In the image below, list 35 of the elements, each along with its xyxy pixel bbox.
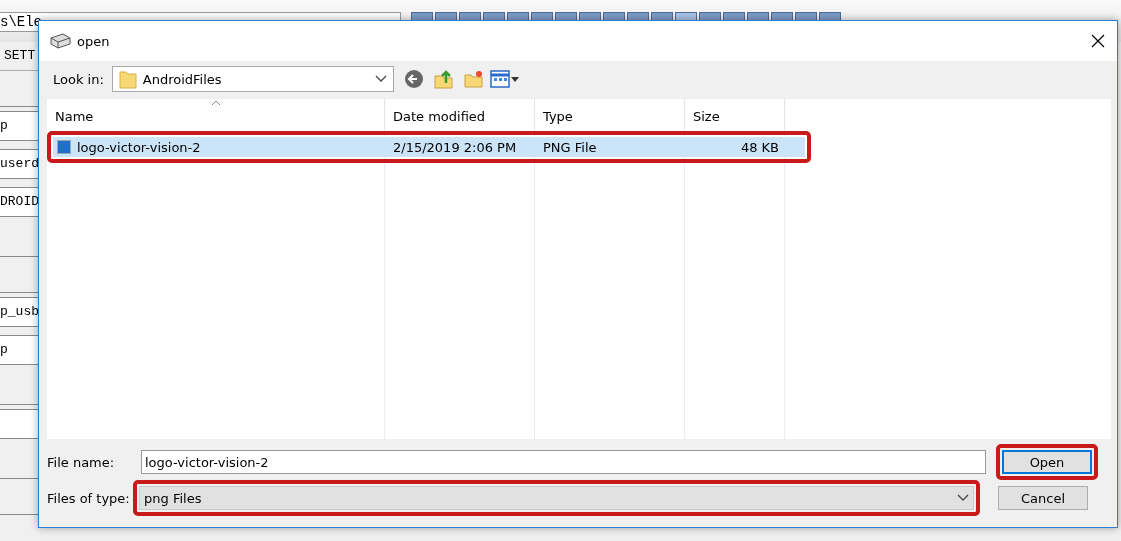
column-header[interactable]: Name	[47, 99, 385, 131]
view-menu-icon[interactable]	[489, 70, 520, 88]
column-header[interactable]: Type	[535, 99, 685, 131]
file-name: logo-victor-vision-2	[77, 139, 201, 155]
folder-icon	[118, 69, 137, 89]
back-icon[interactable]	[403, 69, 424, 89]
text-field[interactable]: DROID	[0, 187, 38, 217]
image-file-icon	[57, 140, 71, 154]
chevron-down-icon	[957, 494, 969, 502]
sort-up-icon	[211, 100, 221, 106]
text-field[interactable]: userd	[0, 149, 38, 179]
drive-icon	[49, 32, 71, 50]
column-header[interactable]: Date modified	[385, 99, 535, 131]
text-field[interactable]: p_usb	[0, 297, 38, 327]
text-field[interactable]: p	[0, 111, 38, 141]
text-field[interactable]	[0, 409, 38, 439]
window-title: open	[77, 33, 110, 49]
file-row[interactable]: logo-victor-vision-2 2/15/2019 2:06 PM PNG File 48 KB	[53, 137, 805, 157]
file-date: 2/15/2019 2:06 PM	[393, 139, 517, 155]
file-type: PNG File	[543, 139, 597, 155]
look-in-dropdown[interactable]: AndroidFiles	[111, 66, 394, 92]
chevron-down-icon	[374, 75, 387, 83]
open-button[interactable]: Open	[1002, 450, 1092, 474]
text-field[interactable]: p	[0, 335, 38, 365]
look-in-label: Look in:	[53, 71, 104, 87]
up-folder-icon[interactable]	[433, 69, 454, 89]
file-name-field[interactable]: logo-victor-vision-2	[141, 450, 986, 474]
file-type-dropdown[interactable]: png Files	[139, 486, 974, 510]
cancel-button[interactable]: Cancel	[998, 486, 1088, 510]
file-size: 48 KB	[740, 139, 779, 155]
file-name-label: File name:	[47, 454, 116, 470]
file-type-label: Files of type:	[47, 490, 131, 506]
close-icon[interactable]	[1091, 34, 1105, 48]
column-header[interactable]: Size	[685, 99, 785, 131]
new-folder-icon[interactable]	[463, 69, 484, 89]
